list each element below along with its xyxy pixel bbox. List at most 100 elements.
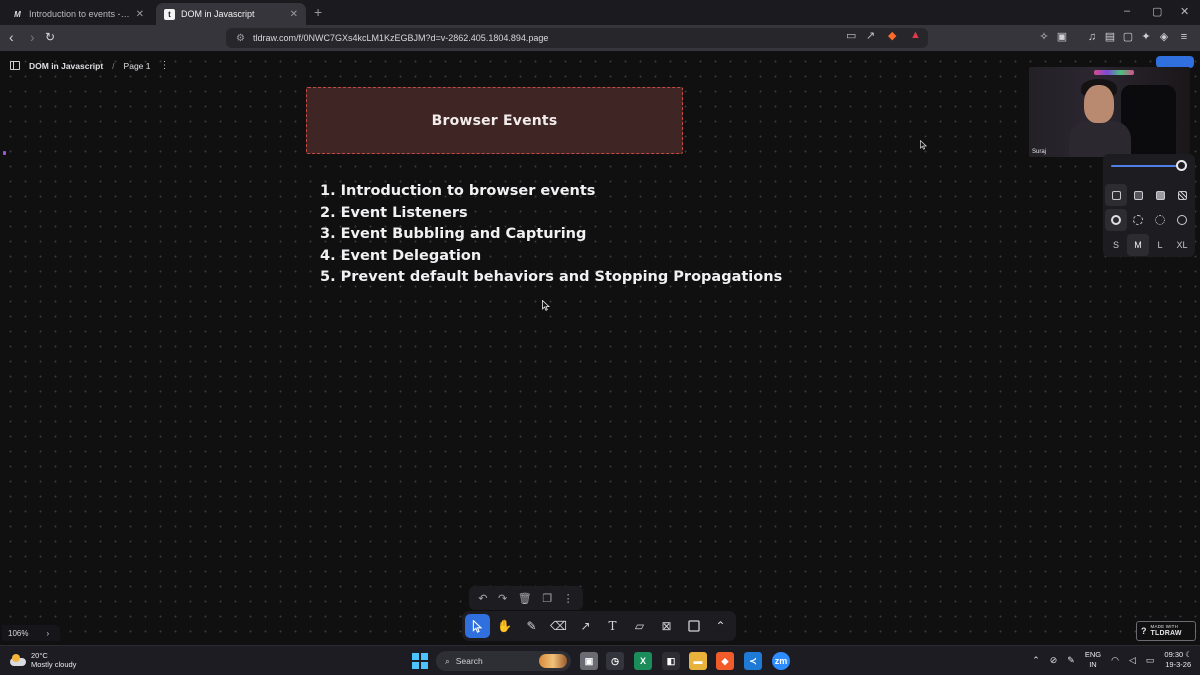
brave-browser-icon[interactable]: ◆ [716, 652, 734, 670]
tab-dom-in-javascript[interactable]: t DOM in Javascript ✕ [156, 3, 306, 25]
pen-icon[interactable]: ✎ [1067, 655, 1075, 666]
search-label: Search [455, 656, 483, 666]
duplicate-icon[interactable]: ❐ [542, 592, 552, 605]
media-icon[interactable]: ♫ [1086, 31, 1098, 43]
zoom-menu[interactable]: 106% › [2, 625, 60, 641]
share-icon[interactable]: ↗ [866, 29, 875, 42]
dash-solid-icon [1177, 215, 1187, 225]
screenshot-icon[interactable]: ▣ [1056, 31, 1068, 43]
undo-icon[interactable]: ↶ [478, 592, 487, 605]
network-off-icon[interactable]: ⊘ [1050, 655, 1058, 666]
weather-widget[interactable]: 20°C Mostly cloudy [10, 651, 76, 669]
redo-icon[interactable]: ↷ [498, 592, 507, 605]
badge-line-2: TLDRAW [1150, 629, 1182, 637]
eraser-tool-icon[interactable]: ⌫ [546, 614, 571, 638]
close-window-button[interactable]: ✕ [1180, 5, 1189, 18]
minimize-button[interactable]: – [1124, 5, 1130, 17]
fill-solid-icon [1155, 190, 1165, 200]
dash-solid-button[interactable] [1171, 209, 1193, 231]
text-tool-icon[interactable]: T [600, 614, 625, 638]
task-view-icon[interactable]: ▣ [580, 652, 598, 670]
page-name[interactable]: Page 1 [124, 61, 151, 71]
menu-icon[interactable]: ≡ [1178, 31, 1190, 43]
size-l-button[interactable]: L [1149, 234, 1171, 256]
browser-tab-strip: M Introduction to events - Learn web d ✕… [0, 0, 1200, 25]
clock[interactable]: 09:30 ☾ 19-3-26 [1164, 650, 1192, 670]
fill-pattern-button[interactable] [1171, 184, 1193, 206]
dash-dashed-icon [1133, 215, 1143, 225]
vpn-shield-icon[interactable]: ◈ [1158, 31, 1170, 43]
trash-icon[interactable]: 🗑 [518, 592, 532, 605]
windows-start-icon[interactable] [412, 653, 428, 669]
address-bar[interactable]: ⚙ tldraw.com/f/0NWC7GXs4kcLM1KzEGBJM?d=v… [226, 28, 928, 48]
sidebar-toggle-icon[interactable] [10, 61, 20, 70]
arrow-tool-icon[interactable]: ↗ [573, 614, 598, 638]
dash-draw-button[interactable] [1105, 209, 1127, 231]
close-tab-icon[interactable]: ✕ [136, 9, 144, 20]
system-tray: ⌃ ⊘ ✎ ENG IN ◠ ◁ ▭ 09:30 ☾ 19-3-26 [1032, 650, 1192, 670]
list-item: 3. Event Bubbling and Capturing [320, 226, 587, 242]
battery-icon[interactable]: ▭ [1146, 655, 1155, 666]
page-menu-icon[interactable]: ⋮ [160, 60, 170, 71]
fill-semi-button[interactable] [1127, 184, 1149, 206]
volume-icon[interactable]: ◁ [1129, 655, 1136, 666]
chevron-right-icon[interactable]: › [46, 629, 49, 638]
sidebar-icon[interactable]: ▤ [1104, 31, 1116, 43]
size-xl-button[interactable]: XL [1171, 234, 1193, 256]
extensions-icon[interactable]: ✧ [1038, 31, 1050, 43]
slider-thumb[interactable] [1176, 160, 1187, 171]
select-tool-icon[interactable] [465, 614, 490, 638]
brave-rewards-icon[interactable]: ▲ [910, 29, 921, 41]
note-tool-icon[interactable]: ▱ [627, 614, 652, 638]
size-style-row: S M L XL [1105, 234, 1193, 256]
reload-icon[interactable]: ↻ [45, 30, 55, 44]
tab-introduction-to-events[interactable]: M Introduction to events - Learn web d ✕ [4, 3, 152, 25]
dash-draw-icon [1111, 215, 1121, 225]
dash-dashed-button[interactable] [1127, 209, 1149, 231]
excel-app-icon[interactable]: X [634, 652, 652, 670]
topic-list-text-shape[interactable]: 1. Introduction to browser events 2. Eve… [320, 181, 782, 289]
opacity-slider[interactable] [1109, 160, 1189, 172]
leo-ai-icon[interactable]: ✦ [1140, 31, 1152, 43]
search-icon: ⌕ [445, 655, 450, 666]
list-item: 5. Prevent default behaviors and Stoppin… [320, 269, 783, 285]
taskbar-search-box[interactable]: ⌕ Search [436, 651, 571, 671]
wallet-icon[interactable]: ▢ [1122, 31, 1134, 43]
badge-line-1: MADE WITH [1150, 624, 1179, 630]
webcam-name-label: Suraj [1032, 149, 1047, 155]
more-tools-icon[interactable]: ⌃ [708, 614, 733, 638]
more-actions-icon[interactable]: ⋮ [563, 592, 574, 605]
windows-taskbar: 20°C Mostly cloudy ⌕ Search ▣ ◷ X ◧ ▬ ◆ ≺… [0, 645, 1200, 675]
asset-tool-icon[interactable]: ⊠ [654, 614, 679, 638]
document-name[interactable]: DOM in Javascript [29, 61, 103, 71]
fill-solid-button[interactable] [1149, 184, 1171, 206]
size-m-button[interactable]: M [1127, 234, 1149, 256]
brave-shields-icon[interactable]: ◆ [888, 29, 896, 42]
wifi-icon[interactable]: ◠ [1111, 655, 1119, 666]
file-explorer-icon[interactable]: ▬ [689, 652, 707, 670]
site-info-icon[interactable]: ⚙ [236, 33, 245, 44]
fill-none-button[interactable] [1105, 184, 1127, 206]
hand-tool-icon[interactable]: ✋ [492, 614, 517, 638]
clock-app-icon[interactable]: ◷ [606, 652, 624, 670]
chevron-up-icon[interactable]: ⌃ [1032, 655, 1040, 666]
size-s-button[interactable]: S [1105, 234, 1127, 256]
tldraw-canvas[interactable]: DOM in Javascript / Page 1 ⋮ Browser Eve… [0, 51, 1200, 645]
close-tab-icon[interactable]: ✕ [290, 9, 298, 20]
tldraw-favicon-icon: t [164, 8, 175, 20]
draw-tool-icon[interactable]: ✎ [519, 614, 544, 638]
tab-title: DOM in Javascript [181, 9, 255, 19]
made-with-tldraw-badge[interactable]: ? MADE WITH TLDRAW [1136, 621, 1196, 641]
zoom-app-icon[interactable]: zm [772, 652, 790, 670]
rectangle-tool-icon[interactable] [681, 614, 706, 638]
back-arrow-icon[interactable]: ‹ [9, 29, 14, 45]
vscode-icon[interactable]: ≺ [744, 652, 762, 670]
maximize-button[interactable]: ▢ [1152, 5, 1162, 18]
forward-arrow-icon[interactable]: › [30, 29, 35, 45]
language-indicator[interactable]: ENG IN [1085, 650, 1101, 670]
cast-icon[interactable]: ▭ [846, 29, 856, 42]
title-rectangle-shape[interactable]: Browser Events [306, 87, 683, 154]
box-app-icon[interactable]: ◧ [662, 652, 680, 670]
new-tab-button[interactable]: + [314, 4, 322, 20]
dash-dotted-button[interactable] [1149, 209, 1171, 231]
